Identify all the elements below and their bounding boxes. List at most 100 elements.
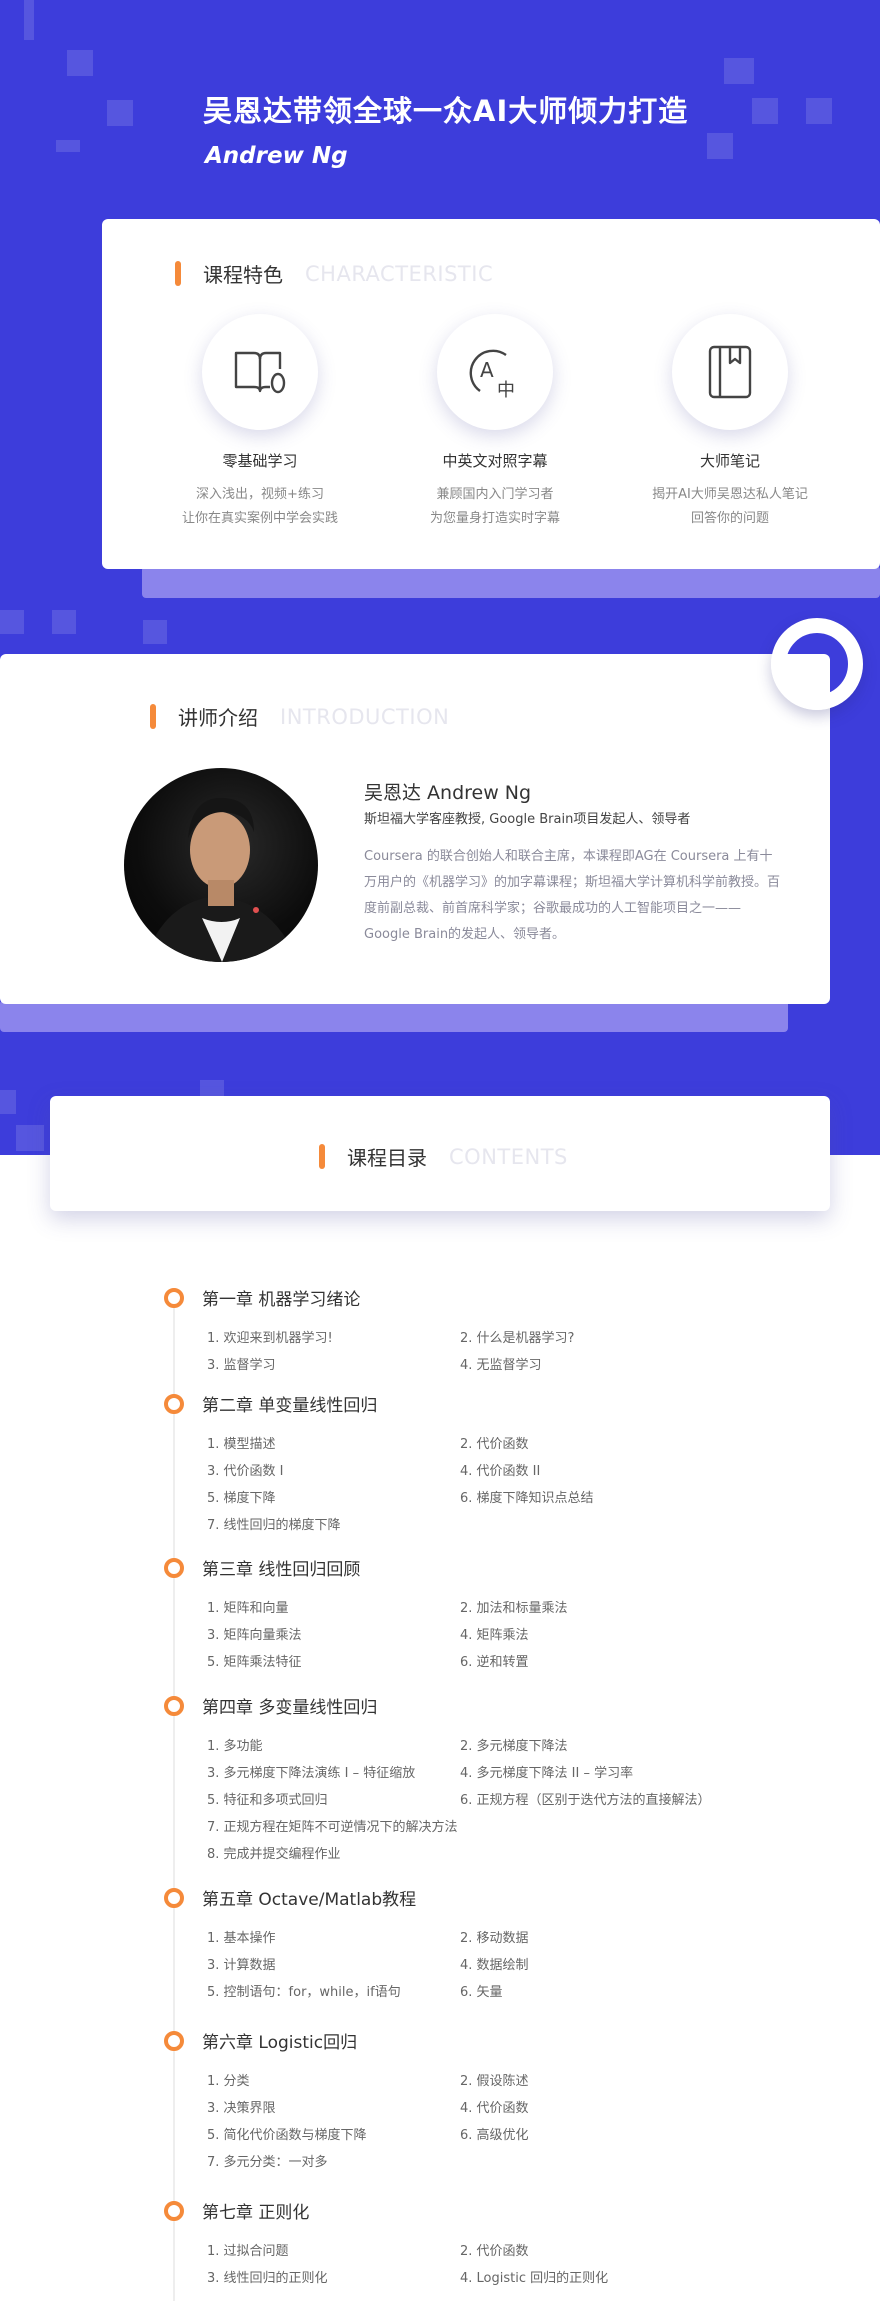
lesson-item[interactable]: 4. 代价函数	[460, 2097, 529, 2116]
decor-square	[0, 1090, 16, 1114]
lesson-item[interactable]: 2. 代价函数	[460, 2240, 529, 2259]
feature-desc-line: 揭开AI大师吴恩达私人笔记	[652, 487, 808, 502]
section-accent-bar	[319, 1144, 325, 1169]
feature-item: 大师笔记 揭开AI大师吴恩达私人笔记 回答你的问题	[615, 314, 845, 531]
lesson-item[interactable]: 2. 加法和标量乘法	[460, 1597, 568, 1616]
characteristic-card: 课程特色 CHARACTERISTIC 零基础学习 深入浅出，视频+练习 让你在…	[102, 219, 880, 569]
timeline-dot	[164, 1696, 184, 1716]
lesson-item[interactable]: 1. 多功能	[207, 1735, 263, 1754]
feature-icon-circle: A 中	[437, 314, 553, 430]
lesson-item[interactable]: 7. 正规方程在矩阵不可逆情况下的解决方法	[207, 1816, 458, 1835]
hero-title: 吴恩达带领全球一众AI大师倾力打造	[203, 94, 689, 128]
decor-square	[52, 610, 76, 634]
translate-icon: A 中	[469, 349, 515, 401]
lesson-item[interactable]: 4. 数据绘制	[460, 1954, 529, 1973]
feature-title: 大师笔记	[699, 452, 760, 470]
lesson-item[interactable]: 2. 假设陈述	[460, 2070, 529, 2089]
lesson-item[interactable]: 1. 矩阵和向量	[207, 1597, 289, 1616]
decor-square	[24, 0, 34, 40]
card-shadow	[142, 566, 880, 598]
lesson-item[interactable]: 4. 多元梯度下降法 II – 学习率	[460, 1762, 633, 1781]
lesson-item[interactable]: 6. 正规方程（区别于迭代方法的直接解法）	[460, 1789, 711, 1808]
feature-desc-line: 深入浅出，视频+练习	[196, 487, 324, 502]
lesson-item[interactable]: 7. 多元分类：一对多	[207, 2151, 328, 2170]
chapter-title: 第五章 Octave/Matlab教程	[202, 1890, 417, 1910]
lesson-item[interactable]: 7. 线性回归的梯度下降	[207, 1514, 341, 1533]
lesson-item[interactable]: 4. Logistic 回归的正则化	[460, 2267, 608, 2286]
timeline-dot	[164, 1888, 184, 1908]
decor-square	[107, 100, 133, 126]
section-header: 课程特色 CHARACTERISTIC	[175, 259, 493, 288]
chapter-title: 第四章 多变量线性回归	[202, 1698, 378, 1718]
lesson-item[interactable]: 1. 基本操作	[207, 1927, 276, 1946]
lesson-item[interactable]: 1. 欢迎来到机器学习!	[207, 1327, 333, 1346]
lesson-item[interactable]: 2. 代价函数	[460, 1433, 529, 1452]
lesson-item[interactable]: 3. 监督学习	[207, 1354, 276, 1373]
notebook-icon	[708, 345, 752, 399]
lesson-item[interactable]: 1. 分类	[207, 2070, 250, 2089]
feature-desc-line: 兼顾国内入门学习者	[436, 487, 554, 502]
lesson-item[interactable]: 2. 多元梯度下降法	[460, 1735, 568, 1754]
instructor-role: 斯坦福大学客座教授, Google Brain项目发起人、领导者	[364, 812, 691, 827]
avatar	[124, 768, 318, 962]
lesson-item[interactable]: 4. 矩阵乘法	[460, 1624, 529, 1643]
decor-square	[56, 140, 80, 152]
decor-square	[0, 610, 24, 634]
lesson-item[interactable]: 3. 多元梯度下降法演练 I – 特征缩放	[207, 1762, 415, 1781]
decor-square	[806, 98, 832, 124]
feature-desc: 深入浅出，视频+练习 让你在真实案例中学会实践	[145, 483, 375, 531]
timeline-line	[173, 1297, 175, 2301]
decor-square	[724, 58, 754, 84]
lesson-item[interactable]: 8. 完成并提交编程作业	[207, 1843, 341, 1862]
feature-item: A 中 中英文对照字幕 兼顾国内入门学习者 为您量身打造实时字幕	[380, 314, 610, 531]
lesson-item[interactable]: 2. 移动数据	[460, 1927, 529, 1946]
instructor-portrait	[144, 797, 298, 962]
lesson-item[interactable]: 6. 矢量	[460, 1981, 503, 2000]
lesson-item[interactable]: 3. 线性回归的正则化	[207, 2267, 328, 2286]
lesson-item[interactable]: 3. 计算数据	[207, 1954, 276, 1973]
section-title-cn: 讲师介绍	[178, 706, 258, 730]
instructor-bio: Coursera 的联合创始人和联合主席，本课程即AG在 Coursera 上有…	[364, 849, 781, 942]
feature-desc-line: 为您量身打造实时字幕	[429, 511, 560, 526]
hero-subtitle: Andrew Ng	[205, 143, 348, 169]
decor-square	[707, 133, 733, 159]
card-shadow	[0, 1000, 788, 1032]
lesson-item[interactable]: 4. 代价函数 II	[460, 1460, 540, 1479]
lesson-item[interactable]: 5. 控制语句：for，while，if语句	[207, 1981, 401, 2000]
introduction-card: 讲师介绍 INTRODUCTION	[0, 654, 830, 1004]
decor-square	[67, 50, 93, 76]
timeline-dot	[164, 1288, 184, 1308]
lesson-item[interactable]: 5. 梯度下降	[207, 1487, 276, 1506]
timeline-dot	[164, 2201, 184, 2221]
lesson-item[interactable]: 5. 简化代价函数与梯度下降	[207, 2124, 367, 2143]
section-title-cn: 课程特色	[203, 263, 283, 287]
lesson-item[interactable]: 3. 决策界限	[207, 2097, 276, 2116]
lesson-item[interactable]: 6. 逆和转置	[460, 1651, 529, 1670]
lesson-item[interactable]: 1. 模型描述	[207, 1433, 276, 1452]
book-zero-icon	[234, 351, 286, 394]
lesson-item[interactable]: 3. 矩阵向量乘法	[207, 1624, 302, 1643]
feature-desc-line: 回答你的问题	[690, 511, 769, 526]
feature-icon-circle	[202, 314, 318, 430]
lesson-item[interactable]: 1. 过拟合问题	[207, 2240, 289, 2259]
feature-item: 零基础学习 深入浅出，视频+练习 让你在真实案例中学会实践	[145, 314, 375, 531]
decor-ring	[771, 618, 863, 710]
section-title-cn: 课程目录	[347, 1146, 427, 1170]
contents-card: 课程目录 CONTENTS	[50, 1096, 830, 1211]
chapter-title: 第二章 单变量线性回归	[202, 1396, 378, 1416]
lesson-item[interactable]: 3. 代价函数 I	[207, 1460, 284, 1479]
chapter-title: 第三章 线性回归回顾	[202, 1560, 361, 1580]
decor-square	[143, 620, 167, 644]
section-accent-bar	[175, 261, 181, 286]
feature-desc: 兼顾国内入门学习者 为您量身打造实时字幕	[380, 483, 610, 531]
lesson-item[interactable]: 6. 梯度下降知识点总结	[460, 1487, 594, 1506]
lesson-item[interactable]: 2. 什么是机器学习?	[460, 1327, 574, 1346]
feature-title: 中英文对照字幕	[442, 452, 548, 470]
decor-square	[752, 98, 778, 124]
lesson-item[interactable]: 4. 无监督学习	[460, 1354, 542, 1373]
lesson-item[interactable]: 5. 特征和多项式回归	[207, 1789, 328, 1808]
lesson-item[interactable]: 5. 矩阵乘法特征	[207, 1651, 302, 1670]
lesson-item[interactable]: 6. 高级优化	[460, 2124, 529, 2143]
decor-square	[16, 1125, 44, 1151]
section-title-en: CHARACTERISTIC	[305, 261, 494, 286]
